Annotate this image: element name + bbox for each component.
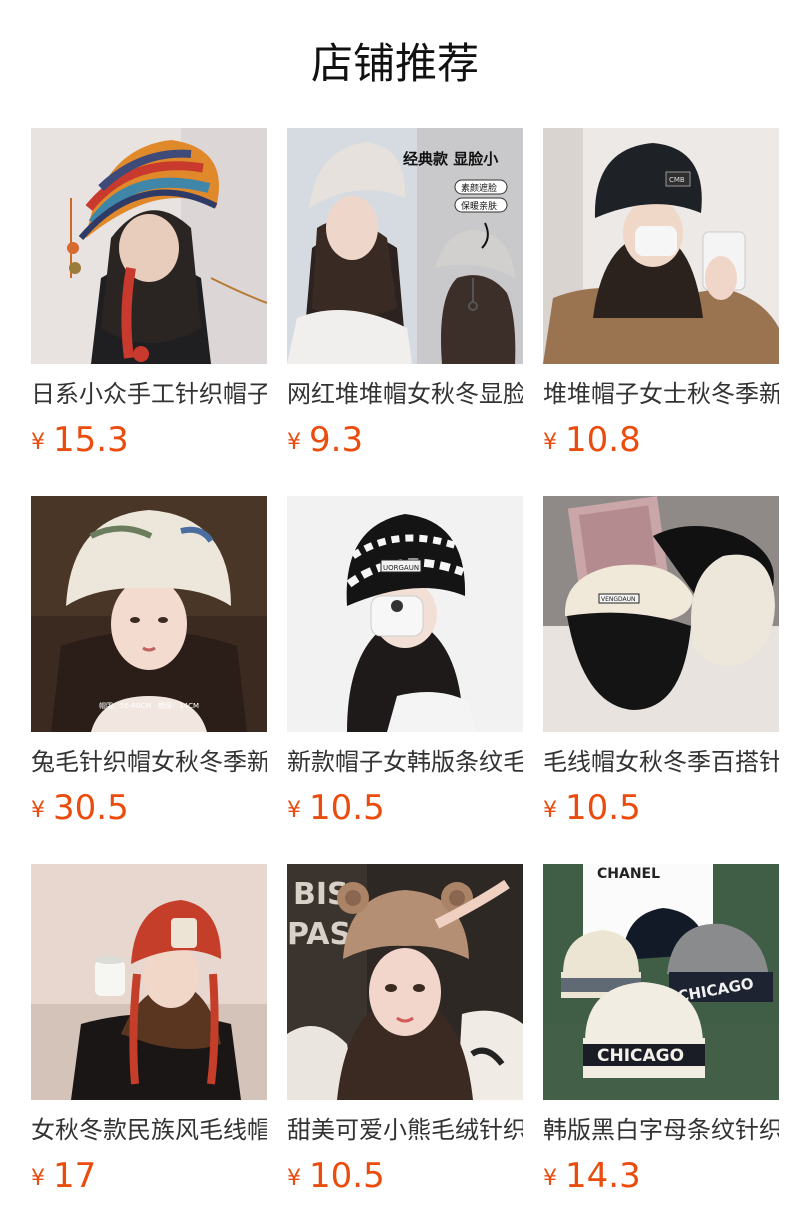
two-fuzzy-beanies-image[interactable]: VENGDAUN — [543, 496, 779, 732]
price-value: 30.5 — [53, 788, 129, 828]
price-value: 9.3 — [309, 420, 364, 460]
beige-slouchy-beanie-image[interactable]: 经典款 显脸小 素颜遮脸 保暖亲肤 — [287, 128, 523, 364]
size-info-text: 帽围：56-60CM 帽深：14CM — [99, 701, 199, 710]
brand-text: CHANEL — [597, 866, 660, 882]
image-headline: 经典款 显脸小 — [403, 150, 498, 168]
white-fur-hat-image[interactable]: 帽围：56-60CM 帽深：14CM — [31, 496, 267, 732]
hat-label-text: VENGDAUN — [601, 596, 636, 603]
currency-symbol: ¥ — [31, 1166, 45, 1191]
hat-label-text: UORGAUN — [383, 564, 419, 572]
hat-label-text: CMB — [669, 176, 685, 184]
currency-symbol: ¥ — [287, 798, 301, 823]
price-value: 10.5 — [309, 1156, 385, 1196]
currency-symbol: ¥ — [543, 430, 557, 455]
product-card[interactable]: VENGDAUN 毛线帽女秋冬季百搭针织 ¥10.5 — [543, 496, 779, 834]
product-name[interactable]: 女秋冬款民族风毛线帽子 — [31, 1114, 267, 1146]
page-title: 店铺推荐 — [310, 39, 479, 88]
product-card[interactable]: CHANEL CHICAGO CHICAGO 韩版黑白字母条纹针织帽 ¥14.3 — [543, 864, 779, 1202]
currency-symbol: ¥ — [31, 798, 45, 823]
product-card[interactable]: BIS PAS 甜美可爱小熊毛绒针织帽 ¥10.5 — [287, 864, 523, 1202]
product-price: ¥10.5 — [287, 1156, 523, 1202]
product-price: ¥10.5 — [543, 788, 779, 834]
price-value: 15.3 — [53, 420, 129, 460]
currency-symbol: ¥ — [31, 430, 45, 455]
currency-symbol: ¥ — [287, 430, 301, 455]
price-value: 17 — [53, 1156, 97, 1196]
colorful-knit-hat-image[interactable] — [31, 128, 267, 364]
product-price: ¥15.3 — [31, 420, 267, 466]
product-name[interactable]: 堆堆帽子女士秋冬季新款 — [543, 378, 779, 410]
red-knit-hat-image[interactable] — [31, 864, 267, 1100]
product-card[interactable]: UORGAUN 新款帽子女韩版条纹毛线 ¥10.5 — [287, 496, 523, 834]
product-name[interactable]: 甜美可爱小熊毛绒针织帽 — [287, 1114, 523, 1146]
currency-symbol: ¥ — [543, 1166, 557, 1191]
currency-symbol: ¥ — [287, 1166, 301, 1191]
product-price: ¥9.3 — [287, 420, 523, 466]
product-card[interactable]: 女秋冬款民族风毛线帽子 ¥17 — [31, 864, 267, 1202]
image-tag: 素颜遮脸 — [461, 182, 497, 194]
price-value: 14.3 — [565, 1156, 641, 1196]
price-value: 10.5 — [565, 788, 641, 828]
product-name[interactable]: 网红堆堆帽女秋冬显脸小 — [287, 378, 523, 410]
product-price: ¥30.5 — [31, 788, 267, 834]
currency-symbol: ¥ — [543, 798, 557, 823]
product-card[interactable]: 帽围：56-60CM 帽深：14CM 兔毛针织帽女秋冬季新款 ¥30.5 — [31, 496, 267, 834]
image-tag: 保暖亲肤 — [461, 200, 497, 212]
chicago-beanies-image[interactable]: CHANEL CHICAGO CHICAGO — [543, 864, 779, 1100]
bear-ear-hat-image[interactable]: BIS PAS — [287, 864, 523, 1100]
product-price: ¥10.5 — [287, 788, 523, 834]
product-name[interactable]: 新款帽子女韩版条纹毛线 — [287, 746, 523, 778]
product-name[interactable]: 毛线帽女秋冬季百搭针织 — [543, 746, 779, 778]
striped-fuzzy-beanie-image[interactable]: UORGAUN — [287, 496, 523, 732]
price-value: 10.8 — [565, 420, 641, 460]
product-name[interactable]: 日系小众手工针织帽子 — [31, 378, 267, 410]
product-card[interactable]: 经典款 显脸小 素颜遮脸 保暖亲肤 网红堆堆帽女秋冬显脸小 ¥9.3 — [287, 128, 523, 466]
black-beanie-image[interactable]: CMB — [543, 128, 779, 364]
product-card[interactable]: CMB 堆堆帽子女士秋冬季新款 ¥10.8 — [543, 128, 779, 466]
product-price: ¥17 — [31, 1156, 267, 1202]
product-name[interactable]: 韩版黑白字母条纹针织帽 — [543, 1114, 779, 1146]
price-value: 10.5 — [309, 788, 385, 828]
product-name[interactable]: 兔毛针织帽女秋冬季新款 — [31, 746, 267, 778]
product-card[interactable]: 日系小众手工针织帽子 ¥15.3 — [31, 128, 267, 466]
hat-word-text: CHICAGO — [597, 1046, 684, 1066]
background-text: PAS — [287, 917, 351, 952]
product-price: ¥10.8 — [543, 420, 779, 466]
product-price: ¥14.3 — [543, 1156, 779, 1202]
